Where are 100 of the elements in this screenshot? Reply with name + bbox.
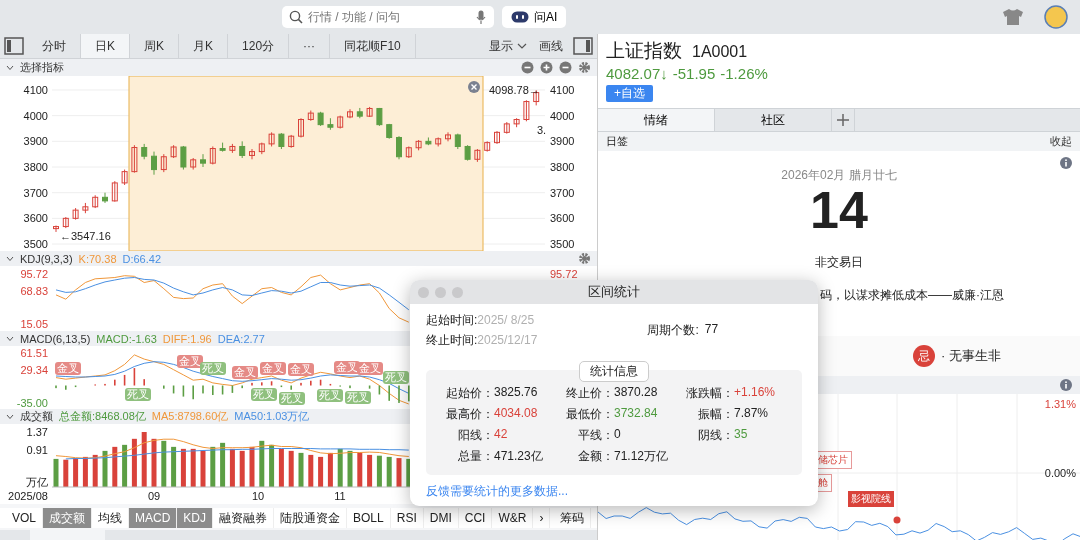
sector-tag[interactable]: 影视院线 [848,491,894,507]
signal-tag: 死叉 [125,387,151,401]
stat-label: 涨跌幅： [685,385,734,402]
marker-dot [893,516,901,524]
side-tab[interactable]: 情绪 [598,109,715,131]
settings-icon[interactable] [578,252,591,265]
minus-icon[interactable] [559,61,572,74]
signal-tag: 死叉 [251,387,277,401]
settings-icon[interactable] [578,61,591,74]
price-change: -51.95 [672,65,716,82]
candle [435,137,442,147]
zoom-in-icon[interactable] [540,61,553,74]
candle [151,151,157,176]
calendar-day: 14 [810,184,868,236]
indicator-title: MACD(6,13,5) [20,332,91,345]
candle [425,137,432,146]
axis-label: 3900 [23,135,48,148]
avatar[interactable] [1044,5,1068,29]
candle [102,192,108,204]
candle [405,145,412,159]
d-value: D:66.42 [122,252,162,265]
info-icon[interactable] [1060,379,1072,391]
date-label: 09 [147,490,161,502]
field-label: 终止时间: [426,331,478,349]
candle [307,110,314,122]
signal-tag: 金叉 [55,361,81,375]
ma5-value: MA5:8798.60亿 [151,409,229,424]
end-date: 2025/12/17 [477,333,538,347]
stat-label: 平线： [577,427,614,444]
signal-tag: 金叉 [357,362,383,376]
candle [190,157,197,171]
feedback-link[interactable]: 反馈需要统计的更多数据... [426,483,568,500]
axis-label: 4100 [550,84,575,96]
stat-label: 终止价： [565,385,614,402]
stat-label: 金额： [577,448,614,465]
candle [415,139,422,151]
candle [131,144,138,174]
axis-label: 95.72 [20,268,48,280]
calendar-date: 2026年02月 腊月廿七 [781,167,897,184]
info-icon[interactable] [1060,157,1072,169]
add-watchlist-button[interactable]: +自选 [606,85,653,102]
section-title: 日签 [606,134,628,149]
chevron-down-icon [517,43,527,49]
microphone-icon[interactable] [476,10,486,25]
date-label: 10 [251,490,265,502]
avoid-badge: 忌 [913,345,935,367]
low-price-label: ←3547.16 [60,230,111,242]
stat-value: 3825.76 [494,385,538,401]
candle [327,117,334,131]
total-value: 总金额:8468.08亿 [59,409,146,424]
t-shirt-icon[interactable] [1002,8,1024,26]
zoom-out-icon[interactable] [521,61,534,74]
chevron-down-icon[interactable] [6,64,14,71]
candle [337,115,344,129]
dea-value: DEA:2.77 [217,332,265,345]
candle [111,180,118,203]
period-tab[interactable]: 日K [81,34,130,58]
trading-status: 非交易日 [815,254,863,271]
ask-ai-button[interactable]: 问AI [502,6,567,28]
axis-label: 3800 [23,161,48,173]
axis-label: 1.31% [1044,398,1076,410]
chevron-down-icon[interactable] [6,255,14,262]
candle [366,106,373,118]
stat-value: 42 [494,427,508,443]
signal-tag: 金叉 [260,361,286,375]
start-date: 2025/ 8/25 [477,313,535,327]
candle [268,131,275,147]
date-label: 11 [334,490,346,502]
signal-tag: 金叉 [232,366,258,380]
stat-label: 振幅： [697,406,734,423]
index-code: 1A0001 [692,43,748,61]
avoid-text: · 无事生非 [941,347,1001,365]
candle [278,132,285,150]
axis-label: 3500 [550,238,575,250]
sidebar-toggle-icon[interactable] [4,37,24,55]
index-name: 上证指数 [606,39,682,63]
collapse-link[interactable]: 收起 [1050,134,1072,149]
candle [503,121,510,135]
search-field[interactable]: 行情 / 功能 / 问句 [282,6,494,28]
indicator-title: 成交额 [20,409,53,424]
axis-label: 0.00% [1044,467,1076,479]
percent-change: -1.26% [720,65,768,82]
chevron-down-icon[interactable] [6,335,14,342]
panel-toggle-icon[interactable] [573,37,593,55]
draw-line-button[interactable]: 画线 [533,37,569,55]
candle [200,153,206,168]
candle [396,135,402,160]
range-highlight[interactable] [128,76,484,251]
indicator-title: KDJ(9,3,3) [20,252,73,265]
indicator-selector[interactable]: 选择指标 [20,60,64,75]
chevron-down-icon[interactable] [6,413,14,420]
display-dropdown[interactable]: 显示 [483,37,533,55]
candle [160,153,167,173]
date-label: 2025/08 [8,490,48,502]
stat-label: 最低价： [565,406,614,423]
axis-label: 61.51 [20,347,48,359]
close-icon[interactable] [468,81,480,93]
candle [484,140,491,153]
macd-value: MACD:-1.63 [96,332,157,345]
axis-label: 3500 [23,238,48,250]
